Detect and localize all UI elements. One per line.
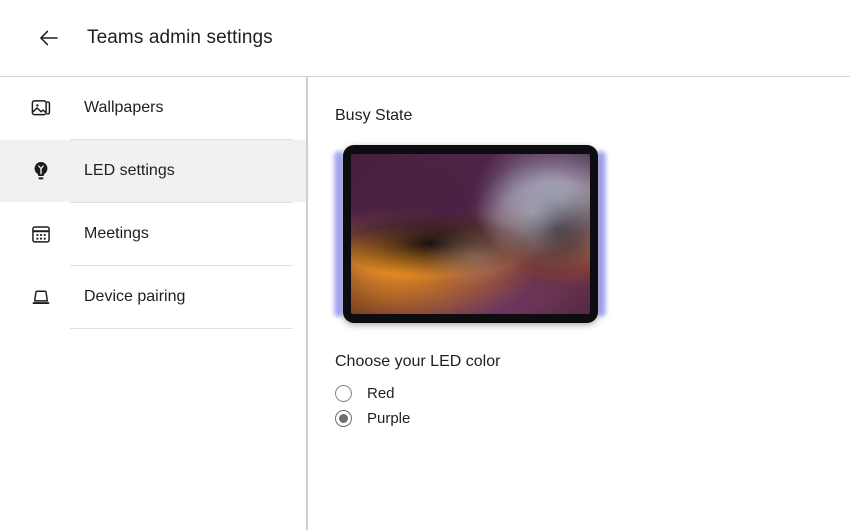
- radio-dot: [339, 389, 348, 398]
- app-header: Teams admin settings: [0, 0, 850, 77]
- led-glow-left: [334, 151, 343, 317]
- sidebar-item-device-pairing[interactable]: Device pairing: [0, 266, 306, 328]
- led-color-legend: Choose your LED color: [335, 353, 501, 370]
- sidebar-item-led-settings[interactable]: LED settings: [0, 140, 306, 202]
- sidebar-item-meetings[interactable]: Meetings: [0, 203, 306, 265]
- radio-option-purple[interactable]: Purple: [335, 408, 410, 428]
- sidebar-item-wallpapers[interactable]: Wallpapers: [0, 77, 306, 139]
- sidebar-item-label: Wallpapers: [84, 99, 164, 116]
- arrow-left-icon: [36, 25, 62, 51]
- back-button[interactable]: [30, 19, 68, 57]
- settings-content: Busy State Choose your LED color Red Pur…: [308, 77, 850, 530]
- radio-icon-selected: [335, 409, 352, 427]
- sidebar-item-label: Meetings: [84, 225, 149, 242]
- device-icon: [28, 284, 54, 310]
- calendar-icon: [28, 221, 54, 247]
- led-color-group: Choose your LED color Red Purple: [335, 353, 850, 428]
- radio-option-label: Purple: [367, 409, 411, 427]
- tablet-busy-state-preview: [334, 145, 606, 323]
- sidebar-item-label: Device pairing: [84, 288, 186, 305]
- sidebar-item-label: LED settings: [84, 162, 175, 179]
- settings-sidebar: Wallpapers LED settings Meetings Device …: [0, 77, 308, 530]
- radio-dot: [339, 413, 348, 423]
- tablet-bezel: [343, 145, 598, 323]
- radio-option-label: Red: [367, 384, 395, 402]
- radio-icon: [335, 384, 352, 402]
- led-glow-right: [597, 151, 606, 317]
- lightbulb-icon: [28, 158, 54, 184]
- page-body: Wallpapers LED settings Meetings Device …: [0, 77, 850, 530]
- sidebar-divider: [70, 328, 293, 329]
- tablet-screen: [351, 154, 590, 314]
- section-title: Busy State: [335, 107, 413, 124]
- wallpaper-vignette: [351, 154, 590, 314]
- image-stack-icon: [28, 95, 54, 121]
- radio-option-red[interactable]: Red: [335, 383, 395, 403]
- page-title: Teams admin settings: [87, 27, 273, 48]
